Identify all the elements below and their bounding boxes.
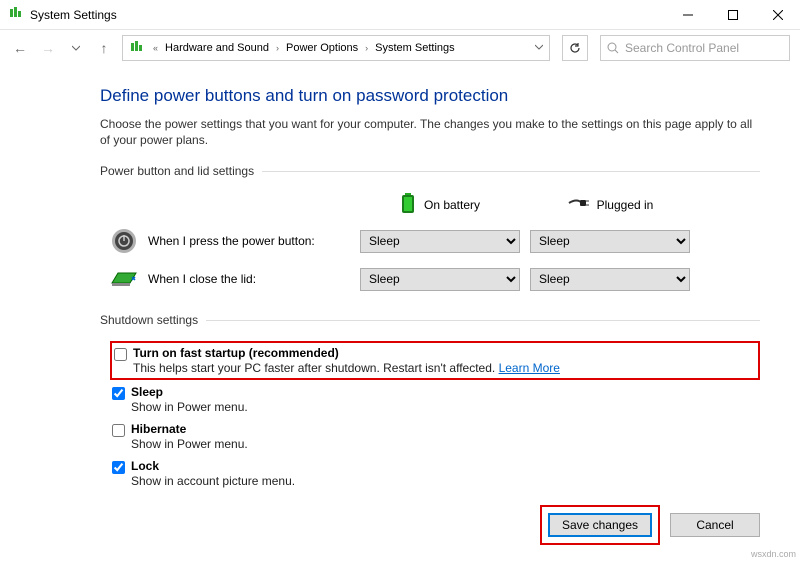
app-icon — [8, 5, 24, 24]
power-button-plugged-in-select[interactable]: Sleep — [530, 230, 690, 253]
lock-label: Lock — [131, 459, 159, 473]
maximize-button[interactable] — [710, 0, 755, 30]
refresh-button[interactable] — [562, 35, 588, 61]
fast-startup-checkbox[interactable] — [114, 348, 127, 361]
sleep-label: Sleep — [131, 385, 163, 399]
content: Define power buttons and turn on passwor… — [0, 66, 800, 503]
cancel-button[interactable]: Cancel — [670, 513, 760, 537]
learn-more-link[interactable]: Learn More — [499, 361, 560, 375]
sleep-row: Sleep Show in Power menu. — [110, 382, 760, 417]
up-button[interactable]: ↑ — [94, 38, 114, 58]
breadcrumb[interactable]: « Hardware and Sound › Power Options › S… — [122, 35, 550, 61]
col-on-battery: On battery — [360, 192, 520, 217]
crumb-power-options[interactable]: Power Options — [283, 42, 361, 54]
battery-icon — [400, 192, 416, 217]
search-input[interactable]: Search Control Panel — [600, 35, 790, 61]
navbar: ← → ↑ « Hardware and Sound › Power Optio… — [0, 30, 800, 66]
breadcrumb-dropdown[interactable] — [531, 43, 547, 53]
window-title: System Settings — [30, 8, 117, 22]
page-subtitle: Choose the power settings that you want … — [100, 116, 760, 148]
crumb-system-settings[interactable]: System Settings — [372, 42, 457, 54]
power-button-section-header: Power button and lid settings — [100, 164, 760, 178]
minimize-button[interactable] — [665, 0, 710, 30]
watermark: wsxdn.com — [751, 549, 796, 559]
row-close-lid: When I close the lid: — [110, 265, 350, 293]
recent-dropdown[interactable] — [66, 38, 86, 58]
col-plugged-in: Plugged in — [530, 196, 690, 213]
lid-on-battery-select[interactable]: Sleep — [360, 268, 520, 291]
shutdown-section-header: Shutdown settings — [100, 313, 760, 327]
lock-row: Lock Show in account picture menu. — [110, 456, 760, 491]
back-button[interactable]: ← — [10, 38, 30, 58]
power-button-icon — [110, 227, 138, 255]
sleep-checkbox[interactable] — [112, 387, 125, 400]
fast-startup-row: Turn on fast startup (recommended) This … — [110, 341, 760, 380]
save-changes-button[interactable]: Save changes — [548, 513, 652, 537]
lid-plugged-in-select[interactable]: Sleep — [530, 268, 690, 291]
row-power-button: When I press the power button: — [110, 227, 350, 255]
crumb-hardware[interactable]: Hardware and Sound — [162, 42, 272, 54]
page-title: Define power buttons and turn on passwor… — [100, 86, 760, 106]
plug-icon — [567, 196, 589, 213]
footer: Save changes Cancel — [540, 505, 760, 545]
lock-checkbox[interactable] — [112, 461, 125, 474]
hibernate-checkbox[interactable] — [112, 424, 125, 437]
forward-button[interactable]: → — [38, 38, 58, 58]
lid-icon — [110, 265, 138, 293]
hibernate-label: Hibernate — [131, 422, 186, 436]
titlebar: System Settings — [0, 0, 800, 30]
power-button-on-battery-select[interactable]: Sleep — [360, 230, 520, 253]
close-button[interactable] — [755, 0, 800, 30]
control-panel-icon — [125, 39, 149, 58]
search-icon — [607, 42, 619, 54]
hibernate-row: Hibernate Show in Power menu. — [110, 419, 760, 454]
fast-startup-label: Turn on fast startup (recommended) — [133, 346, 339, 360]
